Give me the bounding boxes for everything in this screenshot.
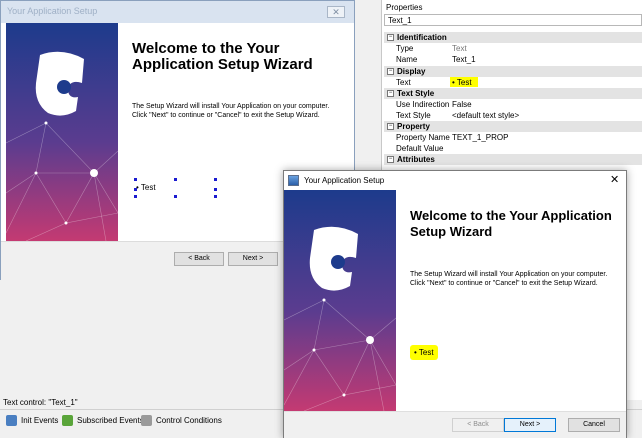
dialog-content: Welcome to the Your Application Setup Wi… xyxy=(396,190,626,411)
designer-close-button[interactable]: ✕ xyxy=(327,6,345,18)
properties-title: Properties xyxy=(386,3,423,12)
next-button[interactable]: Next > xyxy=(504,418,556,432)
designer-titlebar: Your Application Setup ✕ xyxy=(1,1,354,23)
selection-handle[interactable] xyxy=(134,188,137,191)
dialog-footer: < Back Next > Cancel xyxy=(284,411,626,438)
collapse-icon[interactable]: − xyxy=(387,123,394,131)
wizard-banner xyxy=(5,23,119,242)
back-button[interactable]: < Back xyxy=(452,418,504,432)
designer-title: Your Application Setup xyxy=(7,6,98,16)
dialog-titlebar: Your Application Setup ✕ xyxy=(284,171,626,190)
status-text: Text control: "Text_1" xyxy=(3,398,78,407)
category-text-style[interactable]: − Text Style xyxy=(384,88,642,99)
selection-handle[interactable] xyxy=(134,195,137,198)
property-row[interactable]: Default Value xyxy=(384,143,642,154)
selection-handle[interactable] xyxy=(214,178,217,181)
property-row[interactable]: Property Name TEXT_1_PROP xyxy=(384,132,642,143)
collapse-icon[interactable]: − xyxy=(387,156,394,164)
collapse-icon[interactable]: − xyxy=(387,68,394,76)
events-icon xyxy=(6,415,17,427)
property-row[interactable]: Text • Test xyxy=(384,77,642,88)
wizard-heading: Welcome to the Your Application Setup Wi… xyxy=(132,40,313,73)
banner-art xyxy=(283,190,397,412)
setup-app-icon xyxy=(288,175,299,186)
collapse-icon[interactable]: − xyxy=(387,90,394,98)
dialog-banner xyxy=(283,190,397,412)
close-icon[interactable]: ✕ xyxy=(610,173,619,186)
tab-subscribed-events[interactable]: Subscribed Events xyxy=(62,414,144,428)
wizard-description: The Setup Wizard will install Your Appli… xyxy=(132,103,330,119)
setup-dialog: Your Application Setup ✕ Welcome to the … xyxy=(283,170,627,438)
test-text-label: • Test xyxy=(410,345,438,360)
property-row[interactable]: Type Text xyxy=(384,43,642,54)
selection-handle[interactable] xyxy=(134,178,137,181)
property-row[interactable]: Text Style <default text style> xyxy=(384,110,642,121)
test-text-control[interactable]: • Test xyxy=(136,183,156,192)
selection-handle[interactable] xyxy=(214,188,217,191)
dialog-title: Your Application Setup xyxy=(304,176,385,185)
cancel-button[interactable]: Cancel xyxy=(568,418,620,432)
category-identification[interactable]: − Identification xyxy=(384,32,642,43)
tab-init-events[interactable]: Init Events xyxy=(6,414,58,428)
object-selector[interactable]: Text_1 xyxy=(384,14,642,26)
selection-handle[interactable] xyxy=(174,195,177,198)
collapse-icon[interactable]: − xyxy=(387,34,394,42)
dialog-description: The Setup Wizard will install Your Appli… xyxy=(410,271,608,287)
dialog-heading: Welcome to the Your Application Setup Wi… xyxy=(410,208,612,239)
tab-control-conditions[interactable]: Control Conditions xyxy=(141,414,222,428)
designer-next-button[interactable]: Next > xyxy=(228,252,278,266)
category-property[interactable]: − Property xyxy=(384,121,642,132)
banner-art xyxy=(5,23,119,242)
category-display[interactable]: − Display xyxy=(384,66,642,77)
conditions-icon xyxy=(141,415,152,427)
property-row[interactable]: Name Text_1 xyxy=(384,54,642,65)
selection-handle[interactable] xyxy=(174,178,177,181)
selection-handle[interactable] xyxy=(214,195,217,198)
category-attributes[interactable]: − Attributes xyxy=(384,154,642,165)
property-row[interactable]: Use Indirection False xyxy=(384,99,642,110)
subscribed-icon xyxy=(62,415,73,427)
designer-back-button[interactable]: < Back xyxy=(174,252,224,266)
